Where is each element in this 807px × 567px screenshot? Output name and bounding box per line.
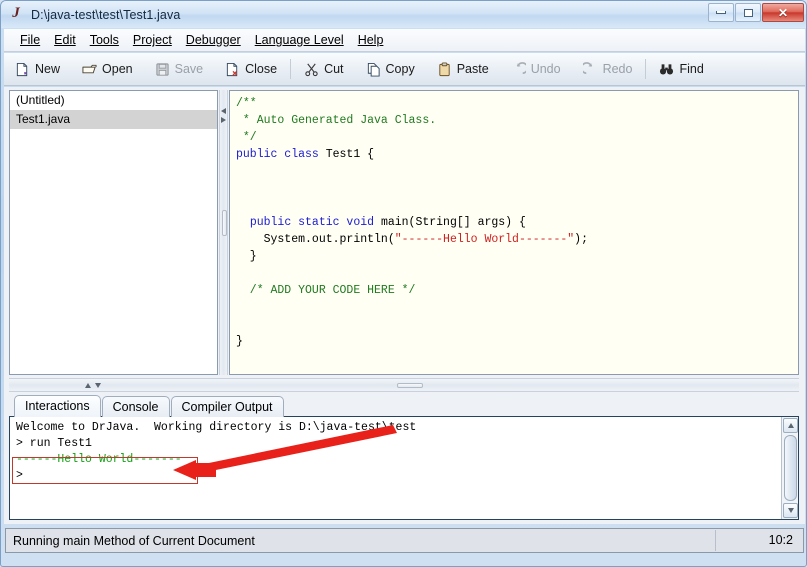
toolbar-save-label: Save <box>174 62 204 76</box>
toolbar-cut-label: Cut <box>324 62 344 76</box>
bottom-pane-tabs: Interactions Console Compiler Output <box>14 395 285 417</box>
toolbar-find-button[interactable]: Find <box>648 56 714 82</box>
drjava-window: J D:\java-test\test\Test1.java ✕ File Ed… <box>0 0 807 567</box>
chevron-right-icon[interactable] <box>221 117 226 123</box>
redo-arrow-icon <box>582 61 592 74</box>
maximize-button[interactable] <box>735 3 761 22</box>
triangle-up-icon <box>787 423 794 428</box>
document-list[interactable]: (Untitled) Test1.java <box>9 90 218 375</box>
interactions-text[interactable]: Welcome to DrJava. Working directory is … <box>10 417 780 519</box>
minimize-button[interactable] <box>708 3 734 22</box>
caret-position: 10:2 <box>715 530 803 551</box>
tab-interactions-label: Interactions <box>25 399 90 413</box>
split-grip[interactable] <box>397 383 423 388</box>
scrollbar-thumb[interactable] <box>784 435 797 501</box>
tab-compiler-output[interactable]: Compiler Output <box>170 396 284 417</box>
chevron-up-icon[interactable] <box>85 383 91 388</box>
scroll-down-button[interactable] <box>783 503 798 518</box>
toolbar-find-label: Find <box>679 62 704 76</box>
interactions-scrollbar[interactable] <box>781 417 798 519</box>
vertical-split-divider[interactable] <box>219 90 228 375</box>
close-file-icon <box>226 62 238 76</box>
menu-item-edit[interactable]: Edit <box>47 31 83 49</box>
menu-item-debugger[interactable]: Debugger <box>179 31 248 49</box>
file-list-item-label: (Untitled) <box>16 93 65 107</box>
toolbar-paste-button[interactable]: Paste <box>426 56 500 82</box>
file-list-item-label: Test1.java <box>16 112 71 126</box>
split-grip[interactable] <box>221 210 227 236</box>
open-folder-icon <box>82 64 97 73</box>
save-disk-icon <box>156 62 169 76</box>
clipboard-icon <box>439 61 450 76</box>
binoculars-icon <box>660 63 674 74</box>
close-button[interactable]: ✕ <box>762 3 804 22</box>
chevron-left-icon[interactable] <box>221 108 226 114</box>
toolbar-open-button[interactable]: Open <box>71 56 144 82</box>
toolbar-separator-1 <box>290 59 292 79</box>
copy-icon <box>367 62 380 77</box>
list-item[interactable]: (Untitled) <box>10 91 217 110</box>
window-controls: ✕ <box>708 3 804 22</box>
undo-arrow-icon <box>516 61 526 74</box>
toolbar-redo-button[interactable]: Redo <box>572 56 644 82</box>
toolbar-copy-button[interactable]: Copy <box>355 56 426 82</box>
toolbar-paste-label: Paste <box>456 62 489 76</box>
minimize-icon <box>716 11 726 14</box>
toolbar-copy-label: Copy <box>385 62 415 76</box>
menu-label-help: Help <box>357 33 384 47</box>
menu-item-help[interactable]: Help <box>351 31 391 49</box>
status-message: Running main Method of Current Document <box>13 533 255 548</box>
toolbar-redo-label: Redo <box>602 62 633 76</box>
tab-console[interactable]: Console <box>101 396 170 417</box>
toolbar-cut-button[interactable]: Cut <box>293 56 354 82</box>
tab-compiler-output-label: Compiler Output <box>181 400 273 414</box>
maximize-icon <box>743 8 753 17</box>
tab-console-label: Console <box>112 400 159 414</box>
work-area: (Untitled) Test1.java /** * Auto Generat… <box>4 87 805 524</box>
status-bar: Running main Method of Current Document … <box>5 528 804 553</box>
menu-label-file: File <box>20 33 41 47</box>
new-file-icon <box>16 62 28 76</box>
toolbar-open-label: Open <box>102 62 133 76</box>
scissors-icon <box>305 63 318 76</box>
split-collapse-arrows[interactable] <box>85 383 101 388</box>
toolbar-separator-2 <box>645 59 647 79</box>
code-editor[interactable]: /** * Auto Generated Java Class. */ publ… <box>229 90 799 375</box>
toolbar-undo-button[interactable]: Undo <box>500 56 572 82</box>
close-icon: ✕ <box>777 5 789 20</box>
code-text[interactable]: /** * Auto Generated Java Class. */ publ… <box>230 91 798 350</box>
toolbar-new-button[interactable]: New <box>4 56 71 82</box>
triangle-down-icon <box>787 508 794 513</box>
menu-item-tools[interactable]: Tools <box>83 31 126 49</box>
menu-item-language-level[interactable]: Language Level <box>248 31 351 49</box>
menu-label-project: Project <box>132 33 172 47</box>
interactions-pane[interactable]: Welcome to DrJava. Working directory is … <box>9 416 799 520</box>
title-bar: J D:\java-test\test\Test1.java ✕ <box>1 1 806 28</box>
window-title: D:\java-test\test\Test1.java <box>31 7 181 22</box>
menu-label-edit: Edit <box>54 33 76 47</box>
menu-label-language-level: Language Level <box>254 33 344 47</box>
toolbar-undo-label: Undo <box>530 62 561 76</box>
toolbar-close-label: Close <box>245 62 278 76</box>
toolbar-save-button[interactable]: Save <box>144 56 215 82</box>
split-collapse-arrows[interactable] <box>221 108 226 123</box>
menu-label-tools: Tools <box>89 33 119 47</box>
menu-item-project[interactable]: Project <box>126 31 179 49</box>
horizontal-split-divider[interactable] <box>9 378 799 392</box>
menu-item-file[interactable]: File <box>13 31 47 49</box>
menu-bar: File Edit Tools Project Debugger Languag… <box>4 29 805 52</box>
menu-label-debugger: Debugger <box>185 33 241 47</box>
scroll-up-button[interactable] <box>783 418 798 433</box>
list-item[interactable]: Test1.java <box>10 110 217 129</box>
chevron-down-icon[interactable] <box>95 383 101 388</box>
toolbar: New Open Save Close Cut Copy Paste Undo … <box>4 53 805 86</box>
tab-interactions[interactable]: Interactions <box>14 395 101 417</box>
toolbar-new-label: New <box>35 62 61 76</box>
drjava-j-icon: J <box>12 5 20 21</box>
toolbar-close-button[interactable]: Close <box>214 56 288 82</box>
